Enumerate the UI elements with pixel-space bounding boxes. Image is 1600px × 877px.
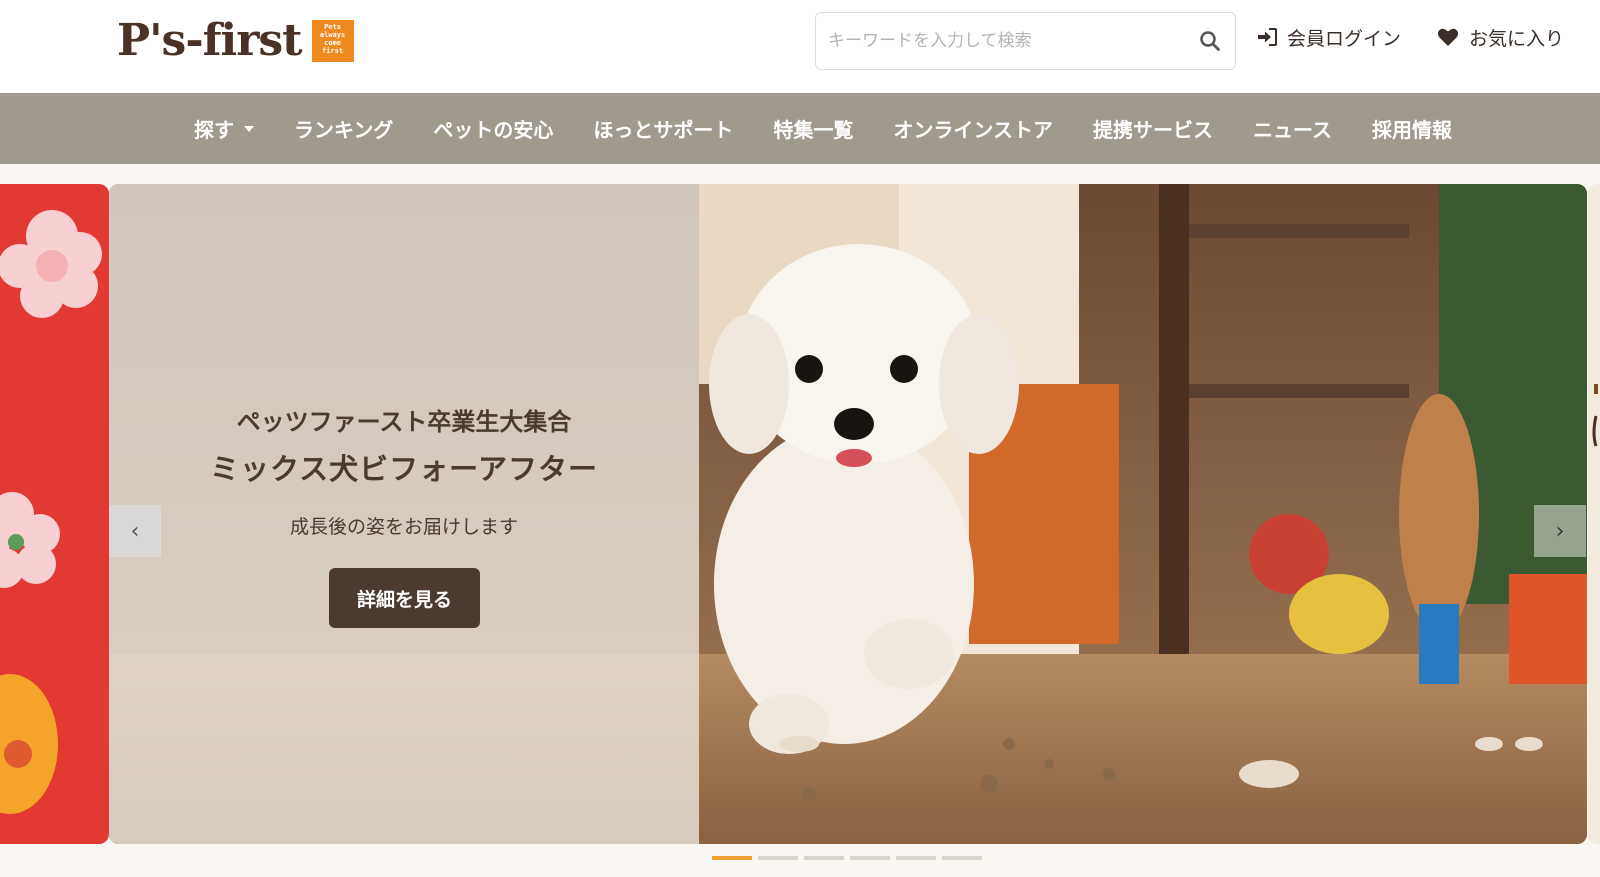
login-link[interactable]: 会員ログイン xyxy=(1257,20,1401,54)
slide-subtitle: 成長後の姿をお届けします xyxy=(289,516,518,538)
next-slide-peek[interactable] xyxy=(1588,184,1600,844)
carousel-dot[interactable] xyxy=(850,856,890,860)
main-nav: 探す ランキング ペットの安心 ほっとサポート 特集一覧 オンラインストア 提携… xyxy=(0,93,1600,164)
hero-slide[interactable]: ペッツファースト卒業生大集合 ミックス犬ビフォーアフター 成長後の姿をお届けしま… xyxy=(109,184,1587,844)
carousel-dot[interactable] xyxy=(804,856,844,860)
slide-caption-panel: ペッツファースト卒業生大集合 ミックス犬ビフォーアフター 成長後の姿をお届けしま… xyxy=(109,184,699,844)
search-input[interactable] xyxy=(828,25,1188,57)
nav-item-recruit[interactable]: 採用情報 xyxy=(1352,114,1472,143)
sign-in-icon xyxy=(1258,28,1277,46)
carousel-dot[interactable] xyxy=(712,856,752,860)
favorites-label: お気に入り xyxy=(1469,27,1565,50)
caret-down-icon xyxy=(244,125,254,132)
search-icon[interactable] xyxy=(1199,30,1221,52)
search-box xyxy=(815,12,1236,70)
nav-item-online-store[interactable]: オンラインストア xyxy=(873,114,1073,143)
favorites-link[interactable]: お気に入り xyxy=(1437,20,1564,54)
login-label: 会員ログイン xyxy=(1287,27,1402,50)
view-details-button[interactable]: 詳細を見る xyxy=(329,568,480,628)
nav-item-ranking[interactable]: ランキング xyxy=(274,114,413,143)
flower-pattern-image xyxy=(0,210,109,814)
carousel-dot[interactable] xyxy=(896,856,936,860)
nav-item-support[interactable]: ほっとサポート xyxy=(573,114,753,143)
carousel-dot[interactable] xyxy=(942,856,982,860)
site-header: P's-first Pets always come first 会員ログイン … xyxy=(0,0,1600,93)
logo-text: P's-first xyxy=(117,15,303,66)
nav-item-features[interactable]: 特集一覧 xyxy=(753,114,873,143)
previous-slide-peek[interactable] xyxy=(0,184,109,844)
logo-badge: Pets always come first xyxy=(311,20,354,62)
carousel-next-button[interactable]: › xyxy=(1534,505,1586,557)
chevron-left-icon: ‹ xyxy=(130,518,140,544)
chevron-right-icon: › xyxy=(1555,518,1565,544)
nav-item-partner-services[interactable]: 提携サービス xyxy=(1073,114,1233,143)
slide-title-line2: ミックス犬ビフォーアフター xyxy=(210,452,598,486)
heart-icon xyxy=(1437,28,1459,46)
nav-item-pet-safety[interactable]: ペットの安心 xyxy=(413,114,573,143)
nav-item-news[interactable]: ニュース xyxy=(1233,114,1352,143)
hero-carousel: ペッツファースト卒業生大集合 ミックス犬ビフォーアフター 成長後の姿をお届けしま… xyxy=(0,184,1600,844)
next-slide-image xyxy=(1588,184,1600,844)
carousel-prev-button[interactable]: ‹ xyxy=(109,505,161,557)
carousel-dot[interactable] xyxy=(758,856,798,860)
site-logo[interactable]: P's-first Pets always come first xyxy=(117,16,354,66)
slide-title-line1: ペッツファースト卒業生大集合 xyxy=(236,408,572,436)
carousel-indicators xyxy=(712,856,988,860)
nav-item-search[interactable]: 探す xyxy=(174,114,274,143)
